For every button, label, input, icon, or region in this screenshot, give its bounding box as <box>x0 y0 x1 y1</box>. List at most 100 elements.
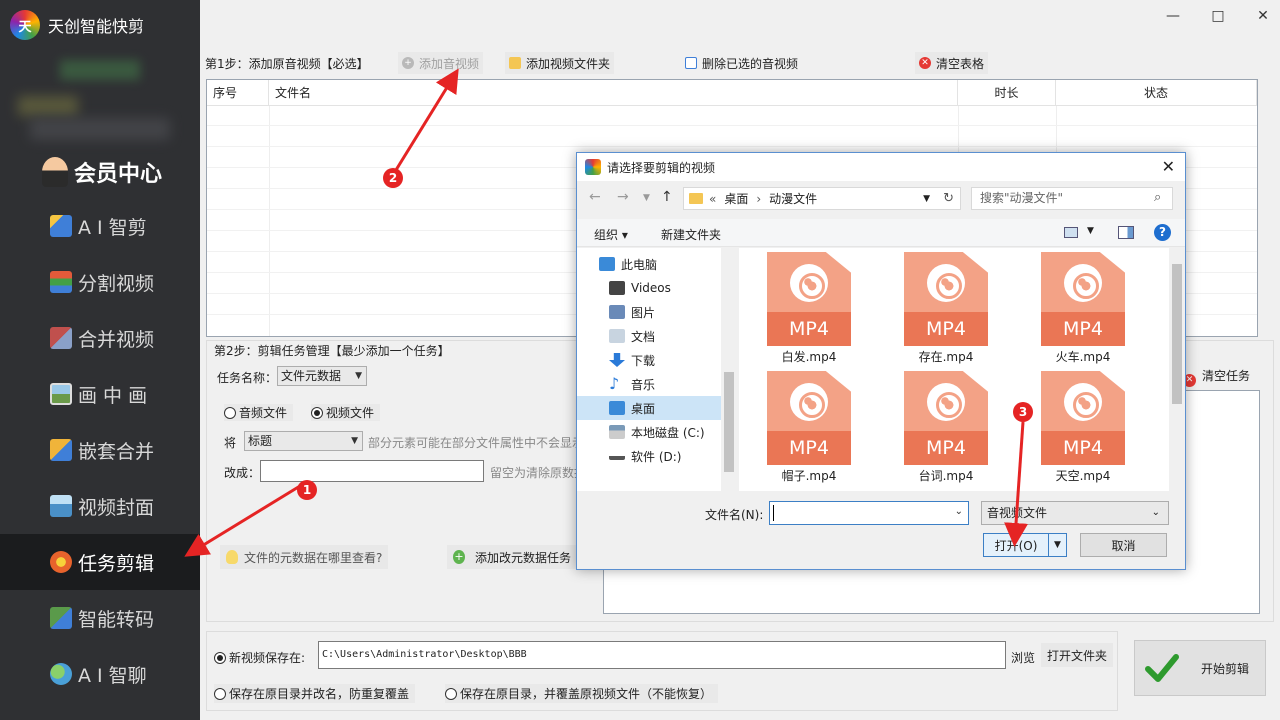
file-item[interactable]: MP4 白发.mp4 <box>749 248 869 368</box>
column-header-status[interactable]: 状态 <box>1056 80 1257 106</box>
tree-item-this-pc[interactable]: 此电脑 <box>599 252 737 276</box>
tree-item-drive-d[interactable]: 软件 (D:) <box>577 444 737 468</box>
refresh-icon[interactable]: ↻ <box>943 191 954 206</box>
sidebar-item-ai-cut[interactable]: A I 智剪 <box>0 198 200 254</box>
column-header-index[interactable]: 序号 <box>207 80 269 106</box>
column-header-duration[interactable]: 时长 <box>958 80 1056 106</box>
up-arrow-icon[interactable]: ↑ <box>661 189 673 205</box>
help-icon[interactable]: ? <box>1154 224 1171 241</box>
clear-task-button[interactable]: ✕ 清空任务 <box>1183 367 1250 387</box>
tree-item-downloads[interactable]: 下载 <box>599 348 737 372</box>
radio-selected-icon <box>214 652 226 664</box>
file-list-scrollbar[interactable] <box>1169 248 1185 491</box>
scroll-thumb[interactable] <box>1172 264 1182 404</box>
scroll-thumb[interactable] <box>724 372 734 472</box>
change-to-input[interactable] <box>260 460 484 482</box>
cancel-button[interactable]: 取消 <box>1080 533 1167 557</box>
chevron-down-icon[interactable]: ▼ <box>923 194 930 204</box>
sidebar-item-pip[interactable]: 画 中 画 <box>0 366 200 422</box>
dialog-titlebar: 请选择要剪辑的视频 ✕ <box>577 153 1185 181</box>
file-table-header: 序号 文件名 时长 状态 <box>207 80 1257 106</box>
file-item[interactable]: MP4 天空.mp4 <box>1023 367 1143 487</box>
overwrite-option-radio[interactable]: 保存在原目录，并覆盖原视频文件（不能恢复） <box>445 684 719 703</box>
sidebar-item-ai-chat[interactable]: A I 智聊 <box>0 646 200 702</box>
audio-file-radio[interactable]: 音频文件 <box>224 404 294 421</box>
change-note: 留空为清除原数据 <box>490 466 576 480</box>
rename-option-radio[interactable]: 保存在原目录并改名，防重复覆盖 <box>214 684 416 703</box>
transcode-icon <box>50 607 72 629</box>
member-center-button[interactable]: 会员中心 <box>42 156 162 188</box>
delete-selected-button[interactable]: 删除已选的音视频 <box>681 52 802 74</box>
change-to-label: 改成： <box>224 466 261 480</box>
breadcrumb-anime-folder[interactable]: 动漫文件 <box>769 190 817 207</box>
organize-button[interactable]: 组织 ▾ <box>594 226 628 243</box>
clear-table-button[interactable]: ✕ 清空表格 <box>915 52 989 74</box>
tree-item-label: 本地磁盘 (C:) <box>631 425 705 440</box>
plus-circle-icon: + <box>402 57 414 69</box>
documents-folder-icon <box>609 329 625 343</box>
save-to-radio[interactable]: 新视频保存在: <box>214 649 305 666</box>
app-logo: 天 <box>10 10 40 40</box>
tree-item-local-disk[interactable]: 本地磁盘 (C:) <box>577 420 737 444</box>
close-button[interactable]: ✕ <box>1253 8 1273 24</box>
clear-table-label: 清空表格 <box>936 56 985 71</box>
preview-pane-icon[interactable] <box>1118 226 1134 239</box>
tree-item-videos[interactable]: Videos <box>599 276 737 300</box>
file-name: 台词.mp4 <box>918 469 974 483</box>
tree-item-desktop[interactable]: 桌面 <box>577 396 737 420</box>
add-audio-video-button[interactable]: + 添加音视频 <box>398 52 484 74</box>
open-dropdown-icon[interactable]: ▼ <box>1048 534 1066 556</box>
address-bar[interactable]: « 桌面 › 动漫文件 ▼ ↻ <box>683 187 961 210</box>
add-metadata-task-button[interactable]: + 添加改元数据任务 <box>447 545 577 569</box>
metadata-field-select[interactable]: 标题 ▼ <box>244 431 363 451</box>
add-folder-label: 添加视频文件夹 <box>526 56 611 71</box>
search-input[interactable]: 搜索"动漫文件" <box>971 187 1173 210</box>
sidebar-item-nest-merge[interactable]: 嵌套合并 <box>0 422 200 478</box>
tree-item-pictures[interactable]: 图片 <box>599 300 737 324</box>
chevron-down-icon[interactable]: ⌄ <box>955 506 963 517</box>
filetype-select[interactable]: 音视频文件 ⌄ <box>981 501 1169 525</box>
add-audio-video-label: 添加音视频 <box>419 56 480 71</box>
file-item[interactable]: MP4 台词.mp4 <box>886 367 1006 487</box>
sidebar-item-video-cover[interactable]: 视频封面 <box>0 478 200 534</box>
metadata-help-link[interactable]: 文件的元数据在哪里查看? <box>220 545 389 569</box>
view-options-icon[interactable] <box>1064 227 1078 238</box>
save-path-input[interactable]: C:\Users\Administrator\Desktop\BBB <box>318 641 1006 669</box>
close-icon[interactable]: ✕ <box>1162 157 1175 176</box>
filename-input[interactable]: ⌄ <box>769 501 969 525</box>
new-folder-button[interactable]: 新建文件夹 <box>661 226 721 243</box>
mp4-file-icon: MP4 <box>904 371 988 465</box>
video-file-radio[interactable]: 视频文件 <box>311 404 381 421</box>
video-cover-icon <box>50 495 72 517</box>
breadcrumb-overflow[interactable]: « <box>709 192 716 206</box>
sidebar-item-task-edit[interactable]: 任务剪辑 <box>0 534 200 590</box>
chevron-down-icon[interactable]: ▼ <box>1087 226 1094 236</box>
open-folder-button[interactable]: 打开文件夹 <box>1041 643 1114 667</box>
forward-arrow-icon[interactable]: → <box>617 189 629 205</box>
file-type-badge: MP4 <box>904 312 988 346</box>
file-item[interactable]: MP4 存在.mp4 <box>886 248 1006 368</box>
breadcrumb-desktop[interactable]: 桌面 <box>724 190 748 207</box>
maximize-button[interactable]: □ <box>1208 8 1228 24</box>
sidebar-item-split-video[interactable]: 分割视频 <box>0 254 200 310</box>
tree-scrollbar[interactable] <box>721 248 737 491</box>
add-folder-button[interactable]: 添加视频文件夹 <box>505 52 615 74</box>
sidebar-item-transcode[interactable]: 智能转码 <box>0 590 200 646</box>
back-arrow-icon[interactable]: ← <box>589 189 601 205</box>
tree-item-label: 软件 (D:) <box>631 449 682 464</box>
tree-item-documents[interactable]: 文档 <box>599 324 737 348</box>
sidebar-item-merge-video[interactable]: 合并视频 <box>0 310 200 366</box>
browse-button[interactable]: 浏览 <box>1011 649 1035 666</box>
sidebar-nav: A I 智剪 分割视频 合并视频 画 中 画 嵌套合并 视频封面 任务剪辑 智能… <box>0 198 200 702</box>
tree-item-music[interactable]: ♪ 音乐 <box>599 372 737 396</box>
column-header-filename[interactable]: 文件名 <box>269 80 958 106</box>
tree-item-label: 桌面 <box>631 401 656 416</box>
recent-locations-icon[interactable]: ▼ <box>643 193 650 203</box>
open-button[interactable]: 打开(O) ▼ <box>983 533 1067 557</box>
start-edit-button[interactable]: 开始剪辑 <box>1134 640 1266 696</box>
task-name-select[interactable]: 文件元数据 ▼ <box>277 366 367 386</box>
file-item[interactable]: MP4 火车.mp4 <box>1023 248 1143 368</box>
minimize-button[interactable]: — <box>1163 8 1183 24</box>
file-item[interactable]: MP4 帽子.mp4 <box>749 367 869 487</box>
app-header: 天 天创智能快剪 <box>0 0 200 50</box>
